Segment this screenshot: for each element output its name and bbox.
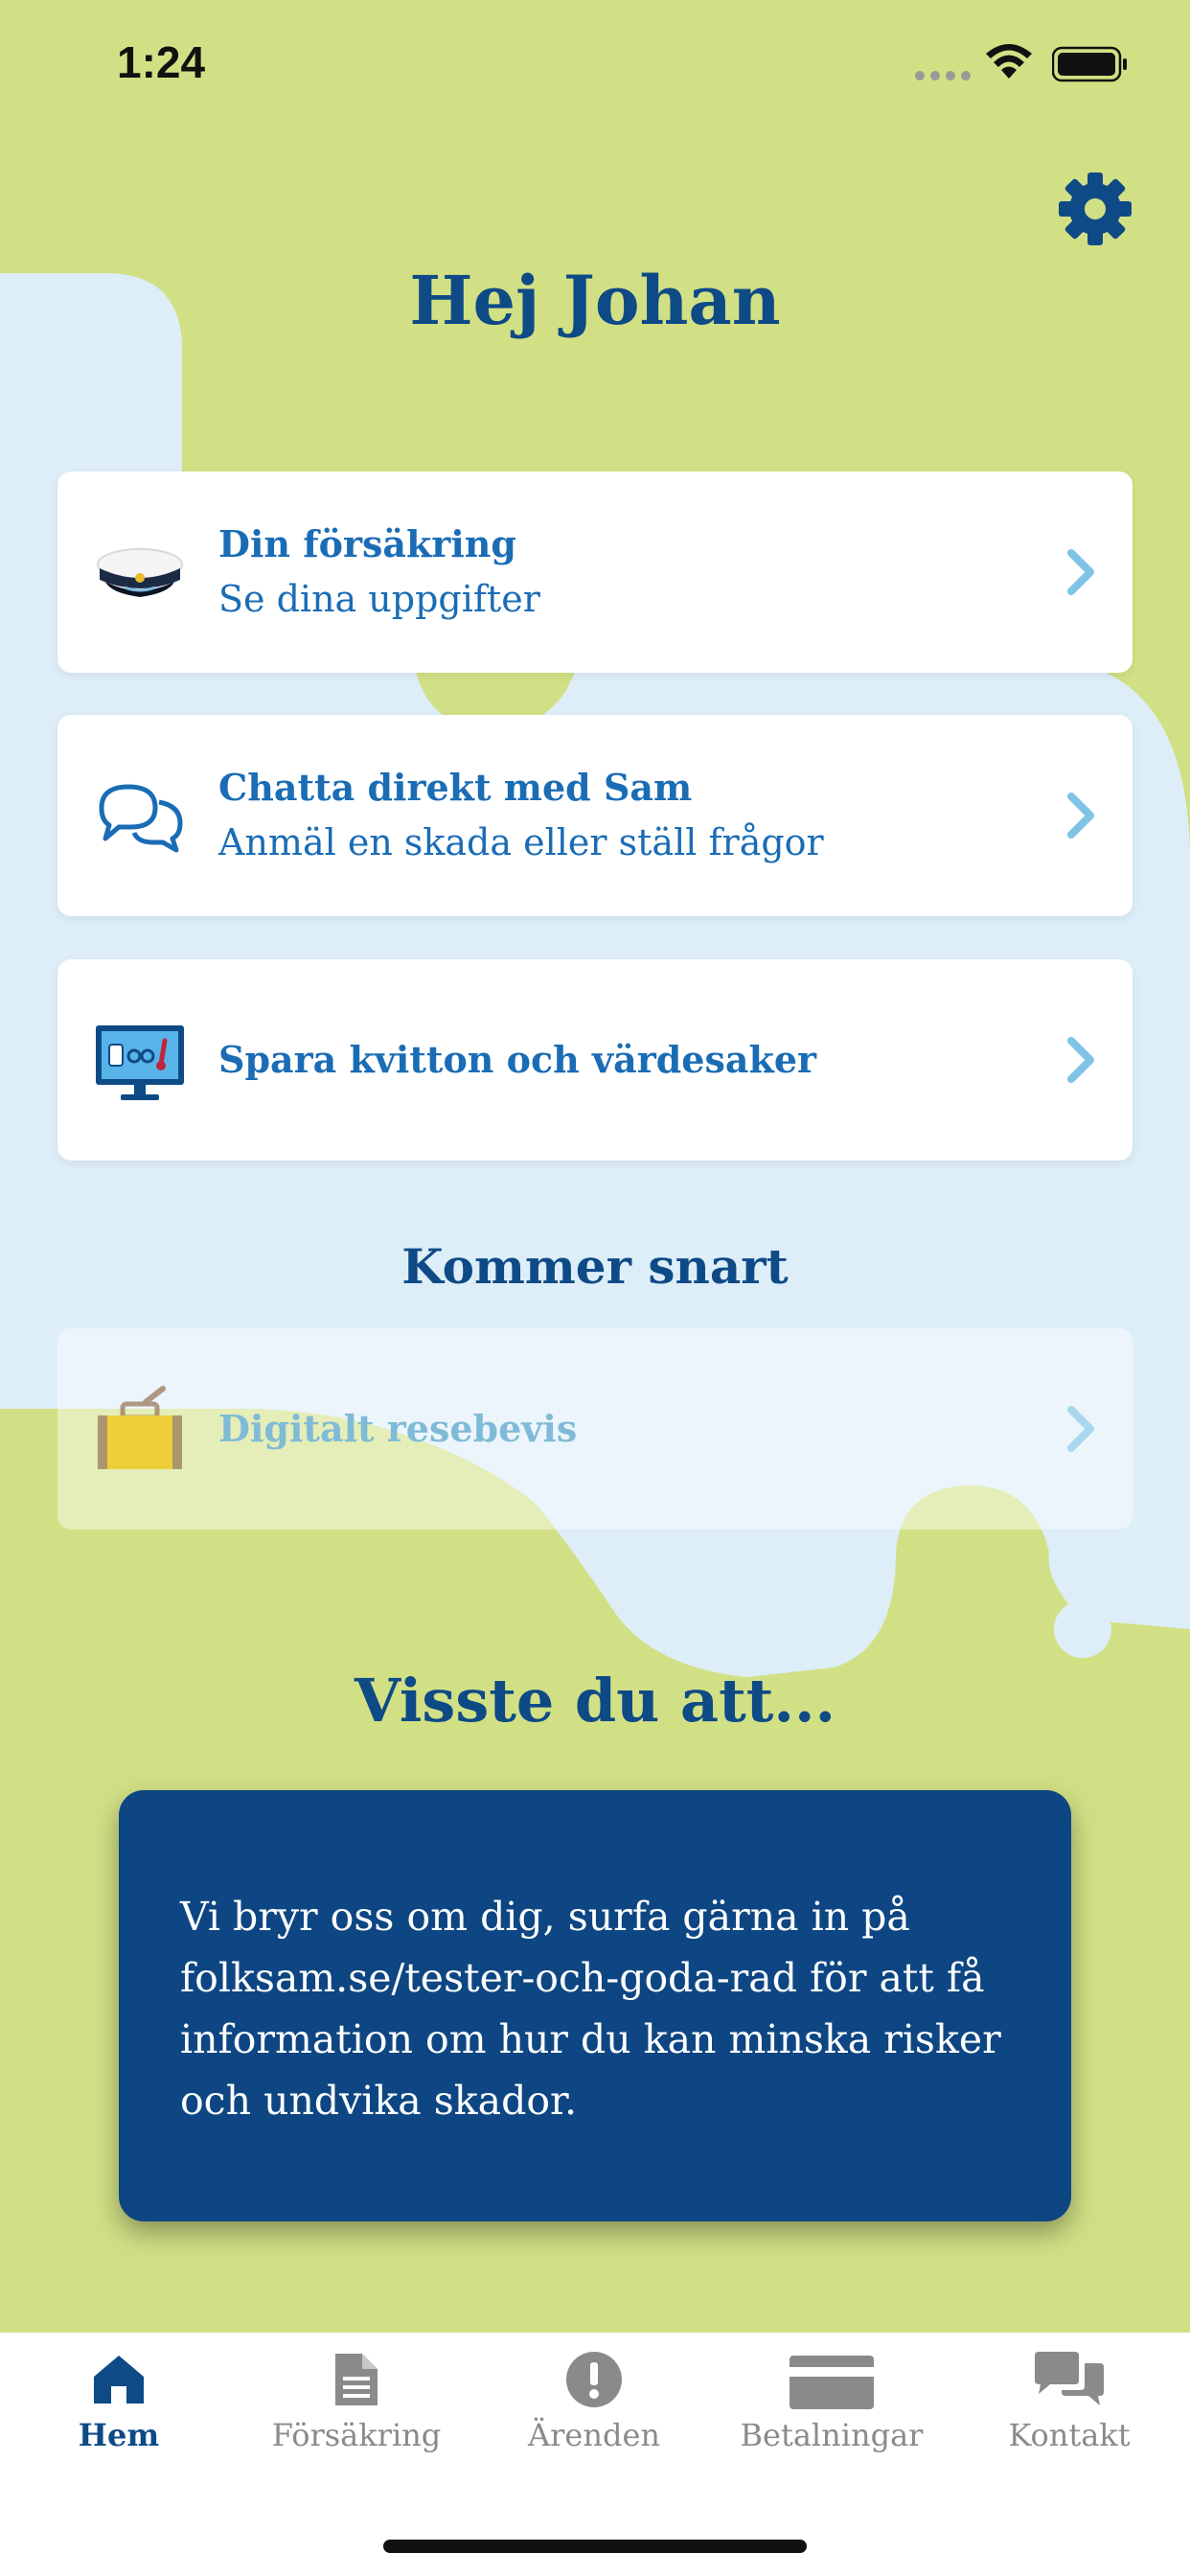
travel-certificate-card: Digitalt resebevis bbox=[57, 1328, 1133, 1530]
tab-label: Försäkring bbox=[271, 2417, 442, 2453]
card-subtitle: Anmäl en skada eller ställ frågor bbox=[218, 821, 824, 863]
coming-soon-heading: Kommer snart bbox=[401, 1238, 789, 1295]
tab-label: Ärenden bbox=[528, 2417, 660, 2453]
card-title: Din försäkring bbox=[218, 522, 516, 565]
card-subtitle: Se dina uppgifter bbox=[218, 578, 540, 620]
tip-heading: Visste du att... bbox=[354, 1666, 836, 1736]
status-bar: 1:24 bbox=[0, 0, 1190, 134]
chevron-right-icon bbox=[1067, 1037, 1094, 1083]
monitor-icon bbox=[96, 1025, 184, 1100]
card-title: Digitalt resebevis bbox=[218, 1407, 578, 1450]
chat-card[interactable]: Chatta direkt med Sam Anmäl en skada ell… bbox=[57, 715, 1133, 916]
gear-icon[interactable] bbox=[1057, 171, 1133, 247]
chevron-right-icon bbox=[1067, 1406, 1094, 1452]
tab-payments[interactable]: Betalningar bbox=[713, 2333, 950, 2486]
tab-insurance[interactable]: Försäkring bbox=[238, 2333, 475, 2486]
status-time: 1:24 bbox=[117, 37, 206, 87]
tip-text: Vi bryr oss om dig, surfa gärna in på fo… bbox=[180, 1894, 1001, 2124]
chevron-right-icon bbox=[1067, 793, 1094, 839]
exclamation-icon bbox=[566, 2352, 622, 2407]
card-title: Spara kvitton och värdesaker bbox=[218, 1038, 817, 1081]
tab-home[interactable]: Hem bbox=[0, 2333, 238, 2486]
wifi-icon bbox=[986, 44, 1032, 79]
chat-bubbles-icon bbox=[99, 784, 183, 853]
student-cap-icon bbox=[97, 548, 183, 597]
document-icon bbox=[335, 2354, 378, 2405]
chevron-right-icon bbox=[1067, 549, 1094, 595]
tab-label: Kontakt bbox=[1008, 2417, 1131, 2453]
tip-card: Vi bryr oss om dig, surfa gärna in på fo… bbox=[119, 1790, 1071, 2221]
tab-bar: Hem Försäkring Ärenden Betalningar Konta… bbox=[0, 2333, 1190, 2576]
home-indicator bbox=[383, 2540, 807, 2553]
receipts-card[interactable]: Spara kvitton och värdesaker bbox=[57, 959, 1133, 1161]
home-icon bbox=[94, 2356, 144, 2404]
credit-card-icon bbox=[790, 2356, 874, 2409]
insurance-card[interactable]: Din försäkring Se dina uppgifter bbox=[57, 472, 1133, 673]
page-title: Hej Johan bbox=[409, 261, 781, 340]
suitcase-icon bbox=[98, 1386, 182, 1469]
battery-icon bbox=[1052, 46, 1127, 82]
tab-contact[interactable]: Kontakt bbox=[950, 2333, 1188, 2486]
tab-label: Betalningar bbox=[740, 2417, 924, 2453]
chat-icon bbox=[1035, 2352, 1104, 2405]
cellular-signal-icon bbox=[915, 71, 971, 80]
tab-label: Hem bbox=[78, 2417, 160, 2453]
card-title: Chatta direkt med Sam bbox=[218, 766, 693, 809]
tab-cases[interactable]: Ärenden bbox=[475, 2333, 713, 2486]
